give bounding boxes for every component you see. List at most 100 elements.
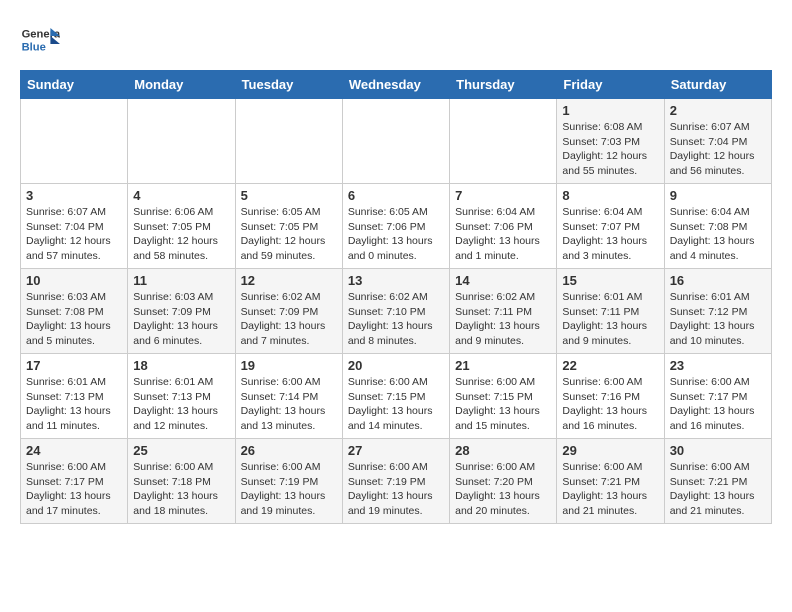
day-number: 15 bbox=[562, 273, 658, 288]
calendar-cell: 4 Sunrise: 6:06 AMSunset: 7:05 PMDaylight… bbox=[128, 184, 235, 269]
cell-info: Sunset: 7:06 PM bbox=[348, 220, 444, 235]
calendar-cell: 12Sunrise: 6:02 AMSunset: 7:09 PMDayligh… bbox=[235, 269, 342, 354]
cell-info: Daylight: 13 hours and 3 minutes. bbox=[562, 234, 658, 263]
day-number: 29 bbox=[562, 443, 658, 458]
week-row-5: 24Sunrise: 6:00 AMSunset: 7:17 PMDayligh… bbox=[21, 439, 772, 524]
cell-info: Daylight: 13 hours and 0 minutes. bbox=[348, 234, 444, 263]
calendar-cell: 26Sunrise: 6:00 AMSunset: 7:19 PMDayligh… bbox=[235, 439, 342, 524]
calendar-cell: 21Sunrise: 6:00 AMSunset: 7:15 PMDayligh… bbox=[450, 354, 557, 439]
cell-info: Sunrise: 6:03 AM bbox=[133, 290, 229, 305]
week-row-1: 1Sunrise: 6:08 AMSunset: 7:03 PMDaylight… bbox=[21, 99, 772, 184]
cell-info: Daylight: 13 hours and 7 minutes. bbox=[241, 319, 337, 348]
cell-info: Sunrise: 6:04 AM bbox=[670, 205, 766, 220]
cell-info: Sunrise: 6:06 AM bbox=[133, 205, 229, 220]
day-number: 3 bbox=[26, 188, 122, 203]
cell-info: Daylight: 13 hours and 9 minutes. bbox=[562, 319, 658, 348]
day-number: 2 bbox=[670, 103, 766, 118]
day-number: 5 bbox=[241, 188, 337, 203]
day-number: 6 bbox=[348, 188, 444, 203]
calendar-cell: 30 Sunrise: 6:00 AMSunset: 7:21 PMDayligh… bbox=[664, 439, 771, 524]
cell-info: Sunrise: 6:01 AM bbox=[562, 290, 658, 305]
cell-info: Sunset: 7:20 PM bbox=[455, 475, 551, 490]
cell-info: Sunset: 7:19 PM bbox=[348, 475, 444, 490]
calendar-cell: 17Sunrise: 6:01 AMSunset: 7:13 PMDayligh… bbox=[21, 354, 128, 439]
day-number: 30 bbox=[670, 443, 766, 458]
cell-info: Daylight: 13 hours and 5 minutes. bbox=[26, 319, 122, 348]
header-day-friday: Friday bbox=[557, 71, 664, 99]
day-number: 9 bbox=[670, 188, 766, 203]
cell-info: Daylight: 13 hours and 6 minutes. bbox=[133, 319, 229, 348]
cell-info: Sunset: 7:12 PM bbox=[670, 305, 766, 320]
day-number: 23 bbox=[670, 358, 766, 373]
cell-info: Sunset: 7:19 PM bbox=[241, 475, 337, 490]
cell-info: Sunset: 7:17 PM bbox=[670, 390, 766, 405]
cell-info: Daylight: 13 hours and 18 minutes. bbox=[133, 489, 229, 518]
cell-info: Daylight: 12 hours and 56 minutes. bbox=[670, 149, 766, 178]
cell-info: Sunset: 7:05 PM bbox=[133, 220, 229, 235]
cell-info: Daylight: 13 hours and 20 minutes. bbox=[455, 489, 551, 518]
cell-info: Daylight: 12 hours and 58 minutes. bbox=[133, 234, 229, 263]
cell-info: Daylight: 13 hours and 16 minutes. bbox=[562, 404, 658, 433]
day-number: 21 bbox=[455, 358, 551, 373]
cell-info: Sunset: 7:04 PM bbox=[670, 135, 766, 150]
calendar-cell: 23Sunrise: 6:00 AMSunset: 7:17 PMDayligh… bbox=[664, 354, 771, 439]
calendar-cell: 7Sunrise: 6:04 AMSunset: 7:06 PMDaylight… bbox=[450, 184, 557, 269]
cell-info: Daylight: 12 hours and 57 minutes. bbox=[26, 234, 122, 263]
cell-info: Sunset: 7:07 PM bbox=[562, 220, 658, 235]
cell-info: Daylight: 13 hours and 11 minutes. bbox=[26, 404, 122, 433]
cell-info: Daylight: 13 hours and 14 minutes. bbox=[348, 404, 444, 433]
calendar-cell: 24Sunrise: 6:00 AMSunset: 7:17 PMDayligh… bbox=[21, 439, 128, 524]
calendar-cell: 19Sunrise: 6:00 AMSunset: 7:14 PMDayligh… bbox=[235, 354, 342, 439]
cell-info: Daylight: 12 hours and 55 minutes. bbox=[562, 149, 658, 178]
cell-info: Sunrise: 6:01 AM bbox=[26, 375, 122, 390]
calendar-cell: 5Sunrise: 6:05 AMSunset: 7:05 PMDaylight… bbox=[235, 184, 342, 269]
calendar-cell: 15Sunrise: 6:01 AMSunset: 7:11 PMDayligh… bbox=[557, 269, 664, 354]
cell-info: Sunrise: 6:02 AM bbox=[348, 290, 444, 305]
cell-info: Daylight: 13 hours and 21 minutes. bbox=[562, 489, 658, 518]
cell-info: Sunrise: 6:00 AM bbox=[348, 375, 444, 390]
calendar-cell: 8Sunrise: 6:04 AMSunset: 7:07 PMDaylight… bbox=[557, 184, 664, 269]
day-number: 19 bbox=[241, 358, 337, 373]
calendar-cell: 18Sunrise: 6:01 AMSunset: 7:13 PMDayligh… bbox=[128, 354, 235, 439]
cell-info: Sunrise: 6:00 AM bbox=[455, 375, 551, 390]
day-number: 14 bbox=[455, 273, 551, 288]
calendar-cell: 6Sunrise: 6:05 AMSunset: 7:06 PMDaylight… bbox=[342, 184, 449, 269]
calendar-cell: 13Sunrise: 6:02 AMSunset: 7:10 PMDayligh… bbox=[342, 269, 449, 354]
cell-info: Sunrise: 6:00 AM bbox=[241, 375, 337, 390]
cell-info: Sunset: 7:16 PM bbox=[562, 390, 658, 405]
cell-info: Sunrise: 6:00 AM bbox=[670, 460, 766, 475]
cell-info: Sunset: 7:09 PM bbox=[241, 305, 337, 320]
calendar-cell: 22Sunrise: 6:00 AMSunset: 7:16 PMDayligh… bbox=[557, 354, 664, 439]
header-day-tuesday: Tuesday bbox=[235, 71, 342, 99]
cell-info: Sunset: 7:08 PM bbox=[26, 305, 122, 320]
day-number: 22 bbox=[562, 358, 658, 373]
cell-info: Daylight: 13 hours and 21 minutes. bbox=[670, 489, 766, 518]
day-number: 18 bbox=[133, 358, 229, 373]
cell-info: Daylight: 13 hours and 19 minutes. bbox=[348, 489, 444, 518]
cell-info: Sunrise: 6:00 AM bbox=[26, 460, 122, 475]
calendar-cell bbox=[21, 99, 128, 184]
header-day-wednesday: Wednesday bbox=[342, 71, 449, 99]
cell-info: Sunset: 7:17 PM bbox=[26, 475, 122, 490]
cell-info: Daylight: 13 hours and 16 minutes. bbox=[670, 404, 766, 433]
calendar-cell bbox=[235, 99, 342, 184]
cell-info: Sunrise: 6:00 AM bbox=[241, 460, 337, 475]
logo-icon: General Blue bbox=[20, 20, 60, 60]
header-day-sunday: Sunday bbox=[21, 71, 128, 99]
cell-info: Daylight: 13 hours and 10 minutes. bbox=[670, 319, 766, 348]
cell-info: Sunrise: 6:00 AM bbox=[562, 460, 658, 475]
cell-info: Sunrise: 6:04 AM bbox=[455, 205, 551, 220]
calendar-cell: 11Sunrise: 6:03 AMSunset: 7:09 PMDayligh… bbox=[128, 269, 235, 354]
week-row-3: 10Sunrise: 6:03 AMSunset: 7:08 PMDayligh… bbox=[21, 269, 772, 354]
cell-info: Sunset: 7:21 PM bbox=[670, 475, 766, 490]
cell-info: Sunset: 7:15 PM bbox=[348, 390, 444, 405]
day-number: 16 bbox=[670, 273, 766, 288]
cell-info: Daylight: 13 hours and 9 minutes. bbox=[455, 319, 551, 348]
cell-info: Sunrise: 6:02 AM bbox=[455, 290, 551, 305]
day-number: 24 bbox=[26, 443, 122, 458]
day-number: 25 bbox=[133, 443, 229, 458]
cell-info: Sunrise: 6:07 AM bbox=[26, 205, 122, 220]
day-number: 4 bbox=[133, 188, 229, 203]
day-number: 10 bbox=[26, 273, 122, 288]
cell-info: Sunset: 7:18 PM bbox=[133, 475, 229, 490]
